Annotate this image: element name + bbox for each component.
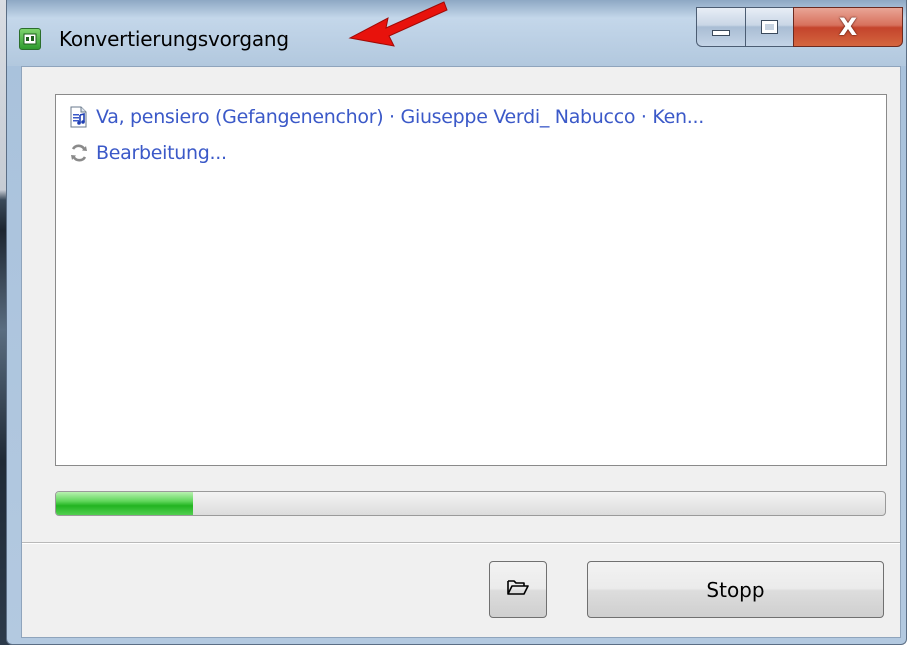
refresh-icon — [68, 142, 90, 164]
close-button[interactable]: X — [793, 7, 903, 47]
caption-buttons: X — [696, 7, 903, 47]
log-item-text: Va, pensiero (Gefangenenchor) · Giuseppe… — [96, 106, 704, 128]
minimize-icon — [712, 30, 730, 36]
audio-file-icon — [68, 106, 90, 128]
conversion-progress-bar — [55, 491, 886, 516]
red-arrow-annotation — [348, 1, 448, 47]
list-item[interactable]: Va, pensiero (Gefangenenchor) · Giuseppe… — [68, 103, 704, 131]
close-icon: X — [838, 13, 858, 41]
dialog-client-area: Va, pensiero (Gefangenenchor) · Giuseppe… — [21, 66, 901, 638]
conversion-dialog: Konvertierungsvorgang X Va, pensiero (Ge… — [6, 0, 907, 645]
log-status-text: Bearbeitung... — [96, 142, 227, 164]
open-folder-button[interactable] — [489, 561, 547, 618]
folder-open-icon — [506, 577, 530, 602]
list-item[interactable]: Bearbeitung... — [68, 139, 227, 167]
window-title: Konvertierungsvorgang — [59, 27, 289, 51]
divider — [22, 542, 900, 544]
maximize-button[interactable] — [745, 7, 793, 47]
stop-button[interactable]: Stopp — [587, 561, 884, 618]
progress-fill — [56, 492, 193, 515]
title-bar[interactable]: Konvertierungsvorgang X — [7, 0, 906, 66]
minimize-button[interactable] — [696, 7, 745, 47]
maximize-icon — [761, 20, 778, 34]
stop-button-label: Stopp — [706, 577, 765, 602]
converter-app-icon[interactable] — [19, 28, 41, 50]
conversion-log-list[interactable]: Va, pensiero (Gefangenenchor) · Giuseppe… — [55, 94, 887, 466]
